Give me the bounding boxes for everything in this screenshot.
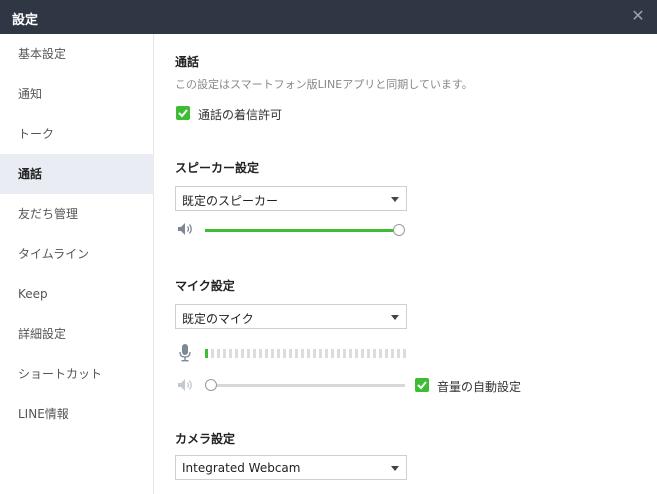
- speaker-icon: [178, 223, 192, 235]
- microphone-icon: [179, 344, 191, 362]
- sidebar-item-shortcuts[interactable]: ショートカット: [0, 354, 154, 394]
- mic-level-segment: [307, 349, 310, 358]
- mic-level-segment: [283, 349, 286, 358]
- mic-level-segment: [403, 349, 406, 358]
- mic-level-segment: [319, 349, 322, 358]
- settings-content: 通話 この設定はスマートフォン版LINEアプリと同期しています。 通話の着信許可…: [155, 34, 657, 494]
- auto-volume-checkbox[interactable]: [415, 378, 429, 392]
- mic-level-segment: [397, 349, 400, 358]
- speaker-volume-thumb[interactable]: [393, 224, 405, 236]
- mic-level-segment: [211, 349, 214, 358]
- mic-level-segment: [289, 349, 292, 358]
- title-bar: 設定 ✕: [0, 0, 657, 34]
- mic-level-segment: [367, 349, 370, 358]
- mic-level-segment: [313, 349, 316, 358]
- mic-section-title: マイク設定: [175, 279, 235, 293]
- mic-level-meter: [205, 349, 407, 358]
- mic-level-segment: [379, 349, 382, 358]
- sidebar-item-notifications[interactable]: 通知: [0, 74, 154, 114]
- mic-level-segment: [355, 349, 358, 358]
- settings-sidebar: 基本設定 通知 トーク 通話 友だち管理 タイムライン Keep 詳細設定 ショ…: [0, 34, 154, 494]
- sidebar-item-advanced[interactable]: 詳細設定: [0, 314, 154, 354]
- mic-select-value: 既定のマイク: [182, 312, 254, 326]
- mic-level-segment: [391, 349, 394, 358]
- speaker-volume-slider[interactable]: [205, 229, 399, 232]
- mic-level-segment: [331, 349, 334, 358]
- speaker-select-value: 既定のスピーカー: [182, 194, 279, 208]
- camera-select[interactable]: Integrated Webcam: [175, 455, 407, 480]
- mic-level-segment: [217, 349, 220, 358]
- camera-section-title: カメラ設定: [175, 432, 236, 446]
- sidebar-item-line-info[interactable]: LINE情報: [0, 394, 154, 434]
- speaker-select[interactable]: 既定のスピーカー: [175, 186, 407, 211]
- chevron-down-icon: [391, 466, 399, 471]
- mic-level-segment: [223, 349, 226, 358]
- mic-level-segment: [301, 349, 304, 358]
- mic-volume-speaker-icon: [178, 379, 192, 391]
- allow-incoming-checkbox[interactable]: [176, 106, 190, 120]
- mic-level-segment: [205, 349, 208, 358]
- mic-level-segment: [295, 349, 298, 358]
- camera-select-value: Integrated Webcam: [182, 461, 301, 475]
- mic-level-segment: [277, 349, 280, 358]
- mic-level-segment: [373, 349, 376, 358]
- mic-level-segment: [253, 349, 256, 358]
- mic-level-segment: [349, 349, 352, 358]
- mic-level-segment: [265, 349, 268, 358]
- mic-level-segment: [385, 349, 388, 358]
- allow-incoming-label: 通話の着信許可: [198, 108, 283, 122]
- mic-level-segment: [361, 349, 364, 358]
- call-section-title: 通話: [175, 55, 200, 69]
- mic-select[interactable]: 既定のマイク: [175, 304, 407, 329]
- sidebar-item-call[interactable]: 通話: [0, 154, 154, 194]
- mic-level-segment: [337, 349, 340, 358]
- sidebar-item-keep[interactable]: Keep: [0, 274, 154, 314]
- sidebar-item-friends[interactable]: 友だち管理: [0, 194, 154, 234]
- mic-level-segment: [235, 349, 238, 358]
- mic-volume-slider[interactable]: [205, 384, 405, 387]
- chevron-down-icon: [391, 197, 399, 202]
- sidebar-item-talk[interactable]: トーク: [0, 114, 154, 154]
- mic-volume-thumb[interactable]: [205, 379, 217, 391]
- window-title: 設定: [12, 13, 39, 28]
- sidebar-item-timeline[interactable]: タイムライン: [0, 234, 154, 274]
- mic-level-segment: [247, 349, 250, 358]
- mic-level-segment: [229, 349, 232, 358]
- close-icon[interactable]: ✕: [629, 7, 647, 25]
- mic-level-segment: [241, 349, 244, 358]
- auto-volume-label: 音量の自動設定: [437, 380, 522, 394]
- sidebar-item-basic[interactable]: 基本設定: [0, 34, 154, 74]
- mic-level-segment: [343, 349, 346, 358]
- speaker-section-title: スピーカー設定: [175, 161, 260, 175]
- sync-notice: この設定はスマートフォン版LINEアプリと同期しています。: [175, 78, 473, 91]
- mic-level-segment: [271, 349, 274, 358]
- mic-level-segment: [325, 349, 328, 358]
- mic-level-segment: [259, 349, 262, 358]
- chevron-down-icon: [391, 315, 399, 320]
- speaker-volume-fill: [205, 229, 399, 232]
